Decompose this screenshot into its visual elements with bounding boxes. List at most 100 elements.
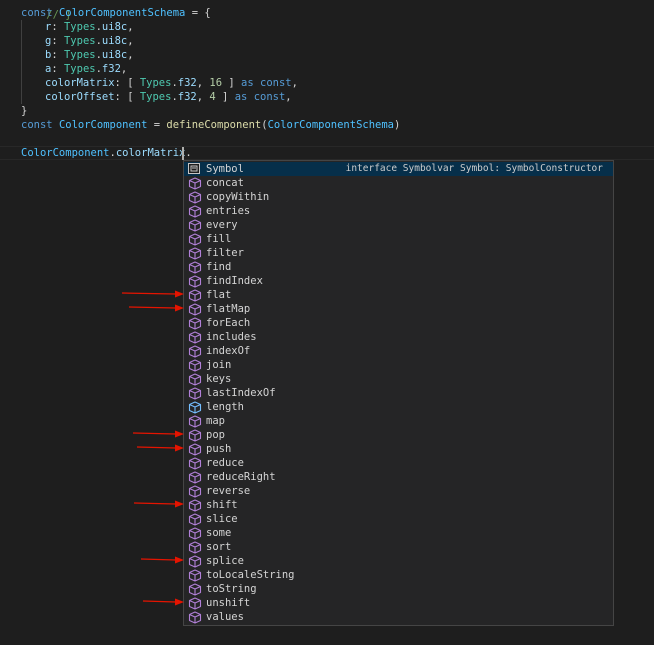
type-namespace: Types — [63, 63, 96, 75]
suggestion-label: indexOf — [206, 345, 251, 357]
method-cube-icon — [188, 233, 202, 246]
suggestion-item-reduceRight[interactable]: reduceRight — [184, 470, 613, 484]
suggestion-item-includes[interactable]: includes — [184, 330, 613, 344]
suggestion-item-concat[interactable]: concat — [184, 176, 613, 190]
method-cube-icon — [188, 541, 202, 554]
suggestion-item-toString[interactable]: toString — [184, 582, 613, 596]
method-cube-icon — [188, 415, 202, 428]
suggestion-item-flatMap[interactable]: flatMap — [184, 302, 613, 316]
suggestion-item-push[interactable]: push — [184, 442, 613, 456]
suggestion-label: join — [206, 359, 232, 371]
keyword-const: const — [253, 91, 286, 103]
suggestion-item-reverse[interactable]: reverse — [184, 484, 613, 498]
suggestion-label: splice — [206, 555, 244, 567]
keyword-const: const — [260, 77, 292, 89]
suggestion-item-some[interactable]: some — [184, 526, 613, 540]
suggestion-item-flat[interactable]: flat — [184, 288, 613, 302]
method-cube-icon — [188, 471, 202, 484]
suggestion-item-every[interactable]: every — [184, 218, 613, 232]
type-namespace: Types — [139, 91, 172, 103]
suggestion-item-find[interactable]: find — [184, 260, 613, 274]
method-cube-icon — [188, 177, 202, 190]
suggestion-item-Symbol[interactable]: Symbol interface Symbolvar Symbol: Symbol… — [184, 162, 613, 176]
suggestion-item-sort[interactable]: sort — [184, 540, 613, 554]
suggestion-label: every — [206, 219, 238, 231]
suggestion-label: forEach — [206, 317, 251, 329]
suggestion-item-entries[interactable]: entries — [184, 204, 613, 218]
code-line-schema: const ColorComponentSchema = { — [21, 6, 211, 20]
type-name: f32 — [177, 91, 197, 103]
suggestion-item-copyWithin[interactable]: copyWithin — [184, 190, 613, 204]
suggestion-label: findIndex — [206, 275, 263, 287]
suggestion-label: shift — [206, 499, 238, 511]
suggestion-item-values[interactable]: values — [184, 610, 613, 624]
method-cube-icon — [188, 513, 202, 526]
suggestion-label: push — [206, 443, 232, 455]
code-line-field-b: b: Types.ui8c, — [45, 49, 134, 61]
suggestion-label: lastIndexOf — [206, 387, 276, 399]
code-line-field-r: r: Types.ui8c, — [45, 21, 134, 33]
close-brace: } — [21, 105, 28, 117]
suggestion-item-keys[interactable]: keys — [184, 372, 613, 386]
method-cube-icon — [188, 583, 202, 596]
suggestion-item-shift[interactable]: shift — [184, 498, 613, 512]
suggestion-item-filter[interactable]: filter — [184, 246, 613, 260]
keyword-const: const — [21, 7, 53, 19]
suggestion-label: reduceRight — [206, 471, 276, 483]
suggestion-item-join[interactable]: join — [184, 358, 613, 372]
suggestion-item-forEach[interactable]: forEach — [184, 316, 613, 330]
suggestion-item-slice[interactable]: slice — [184, 512, 613, 526]
suggestion-label: filter — [206, 247, 244, 259]
method-cube-icon — [188, 247, 202, 260]
type-name: ui8c — [101, 21, 128, 33]
keyword-as: as — [241, 77, 254, 89]
method-cube-icon — [188, 373, 202, 386]
suggestion-label: entries — [206, 205, 251, 217]
identifier-schema: ColorComponentSchema — [58, 7, 186, 19]
method-cube-icon — [188, 345, 202, 358]
suggestion-item-findIndex[interactable]: findIndex — [184, 274, 613, 288]
field-name: colorMatrix — [45, 77, 115, 89]
suggestion-item-splice[interactable]: splice — [184, 554, 613, 568]
suggestion-detail: interface Symbolvar Symbol: SymbolConstr… — [345, 163, 603, 174]
suggestion-item-toLocaleString[interactable]: toLocaleString — [184, 568, 613, 582]
suggestion-item-indexOf[interactable]: indexOf — [184, 344, 613, 358]
suggestion-item-reduce[interactable]: reduce — [184, 456, 613, 470]
keyword-const: const — [21, 119, 53, 131]
method-cube-icon — [188, 387, 202, 400]
method-cube-icon — [188, 331, 202, 344]
punct: ) — [394, 119, 401, 131]
method-cube-icon — [188, 219, 202, 232]
suggestion-item-length[interactable]: length — [184, 400, 613, 414]
punct: ] — [222, 77, 242, 89]
method-cube-icon — [188, 485, 202, 498]
code-line-close-brace: } — [21, 104, 27, 118]
type-namespace: Types — [63, 49, 96, 61]
punct: : [ — [114, 77, 140, 89]
code-line-component: const ColorComponent = defineComponent(C… — [21, 118, 400, 132]
code-line-field-g: g: Types.ui8c, — [45, 35, 134, 47]
code-line-field-a: a: Types.f32, — [45, 63, 128, 75]
suggestion-item-lastIndexOf[interactable]: lastIndexOf — [184, 386, 613, 400]
suggestion-item-unshift[interactable]: unshift — [184, 596, 613, 610]
punct: ] — [215, 91, 235, 103]
suggestion-label: Symbol — [206, 163, 244, 175]
method-cube-icon — [188, 205, 202, 218]
method-cube-icon — [188, 527, 202, 540]
suggestion-item-fill[interactable]: fill — [184, 232, 613, 246]
keyword-as: as — [234, 91, 248, 103]
identifier-schema: ColorComponentSchema — [267, 119, 395, 131]
method-cube-icon — [188, 359, 202, 372]
identifier-component: ColorComponent — [58, 119, 148, 131]
suggestion-item-pop[interactable]: pop — [184, 428, 613, 442]
function-name: defineComponent — [166, 119, 262, 131]
punct: = { — [185, 7, 211, 19]
suggestion-widget[interactable]: Symbol interface Symbolvar Symbol: Symbol… — [183, 160, 614, 626]
suggestion-label: fill — [206, 233, 232, 245]
suggestion-label: includes — [206, 331, 257, 343]
suggestion-label: reduce — [206, 457, 244, 469]
field-cube-icon — [188, 401, 202, 414]
suggestion-label: values — [206, 611, 244, 623]
type-name: ui8c — [101, 35, 128, 47]
suggestion-item-map[interactable]: map — [184, 414, 613, 428]
